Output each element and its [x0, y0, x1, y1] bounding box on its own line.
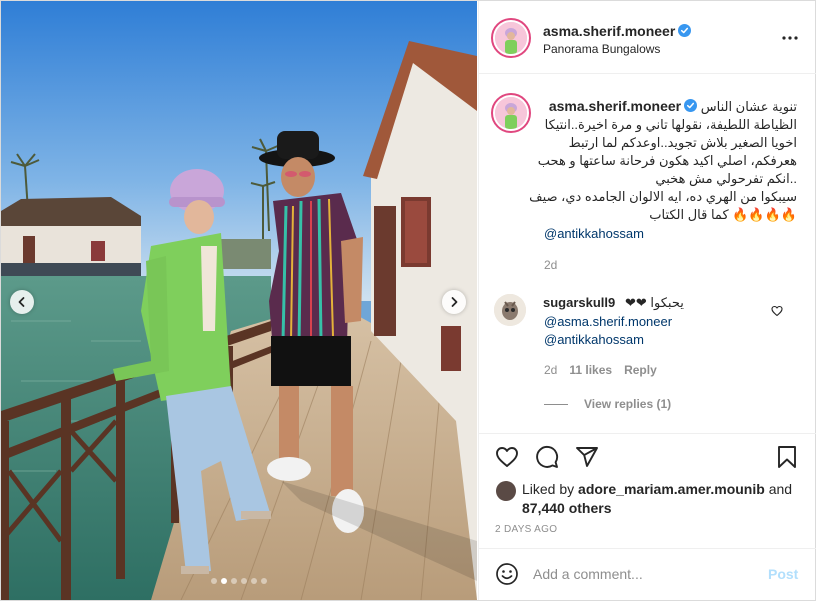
commenter-username[interactable]: sugarskull9: [543, 295, 615, 310]
carousel-dot: [221, 578, 227, 584]
comment-reply-button[interactable]: Reply: [624, 363, 657, 377]
chevron-right-icon: [451, 297, 458, 307]
comment-text: يحبكوا ❤❤: [625, 295, 684, 310]
liked-by-text: Liked by adore_mariam.amer.mounib and 87…: [496, 480, 796, 518]
replies-divider-line: [544, 403, 568, 405]
caption-author-avatar[interactable]: [491, 93, 531, 133]
caption-line: 🔥🔥🔥🔥 كما قال الكتاب: [649, 207, 797, 222]
instagram-post: asma.sherif.moneer Panorama Bungalows تن…: [0, 0, 816, 601]
like-button[interactable]: [495, 445, 519, 474]
caption-line: الظياطة اللطيفة، نقولها تاني و مرة اخيرة…: [544, 117, 797, 132]
liked-by-joiner: and: [768, 481, 793, 497]
caption-line: هعرفكم، اصلي اكيد هكون فرحانة ساعتها و ه…: [537, 153, 797, 168]
emoji-button[interactable]: [495, 562, 519, 591]
caption-timestamp[interactable]: 2d: [544, 258, 557, 272]
liked-by-prefix: Liked by: [522, 481, 575, 497]
carousel-dot: [251, 578, 257, 584]
caption-line: تنوية عشان الناس asma.sherif.moneer: [543, 97, 797, 116]
comment-mention-link[interactable]: @antikkahossam: [544, 332, 644, 347]
share-icon: [576, 447, 598, 467]
caption-text: تنوية عشان الناس: [700, 99, 797, 114]
emoji-icon: [496, 563, 518, 585]
carousel-prev-button[interactable]: [10, 290, 34, 314]
caption-line: اخويا الصغير بلاش تجويد..اوعدكم لما ارتب…: [568, 135, 797, 150]
comment-input[interactable]: [533, 563, 753, 585]
comment-timestamp[interactable]: 2d: [544, 363, 557, 377]
caption-line: ..انكم تفرحولي مش هخبي: [655, 171, 797, 186]
comment-icon: [536, 446, 559, 468]
liker-avatar[interactable]: [496, 481, 516, 501]
post-age[interactable]: 2 DAYS AGO: [495, 524, 557, 535]
author-username[interactable]: asma.sherif.moneer: [543, 23, 692, 39]
comment-meta: 2d 11 likes Reply: [544, 363, 657, 377]
post-comment-button[interactable]: Post: [768, 566, 798, 582]
post-photo[interactable]: [1, 1, 477, 600]
caption-author-avatar-image: [495, 97, 527, 129]
likes-others-count[interactable]: 87,440 others: [522, 500, 612, 516]
comments-section: تنوية عشان الناس asma.sherif.moneer الظي…: [479, 75, 816, 433]
post-header: asma.sherif.moneer Panorama Bungalows: [479, 1, 816, 74]
view-replies-label[interactable]: View replies (1): [584, 397, 671, 411]
verified-badge-icon: [678, 24, 692, 37]
author-username-text[interactable]: asma.sherif.moneer: [543, 23, 675, 39]
author-avatar-image: [495, 22, 527, 54]
comment-button[interactable]: [535, 445, 559, 474]
carousel-indicator: [1, 578, 477, 584]
carousel-dot: [231, 578, 237, 584]
photo-illustration: [1, 1, 477, 600]
carousel-dot: [211, 578, 217, 584]
post-side-panel: asma.sherif.moneer Panorama Bungalows تن…: [478, 1, 816, 600]
caption-line: سيبكوا من الهري ده، ايه الالوان الجامده …: [529, 189, 797, 204]
heart-icon: [771, 305, 783, 317]
caption-mention-link[interactable]: @antikkahossam: [544, 226, 644, 241]
commenter-avatar-image: [494, 294, 526, 326]
carousel-next-button[interactable]: [442, 290, 466, 314]
carousel-dot: [241, 578, 247, 584]
more-options-icon: [782, 36, 798, 40]
chevron-left-icon: [18, 297, 25, 307]
post-actions: Liked by adore_mariam.amer.mounib and 87…: [479, 433, 816, 549]
liker-username[interactable]: adore_mariam.amer.mounib: [578, 481, 765, 497]
add-comment-bar: Post: [479, 548, 816, 600]
verified-badge-icon: [684, 99, 698, 112]
carousel-dot: [261, 578, 267, 584]
commenter-avatar[interactable]: [494, 294, 526, 326]
bookmark-icon: [778, 446, 796, 468]
author-avatar[interactable]: [491, 18, 531, 58]
view-replies-button[interactable]: View replies (1): [544, 397, 671, 411]
share-button[interactable]: [575, 445, 599, 474]
comment-likes-count[interactable]: 11 likes: [569, 363, 612, 377]
liked-by-summary: Liked by adore_mariam.amer.mounib and 87…: [496, 480, 796, 518]
comment-like-button[interactable]: [771, 304, 783, 322]
more-options-button[interactable]: [780, 28, 800, 48]
save-button[interactable]: [775, 445, 799, 474]
comment-mention-link[interactable]: @asma.sherif.moneer: [544, 314, 672, 329]
post-caption: تنوية عشان الناس asma.sherif.moneer الظي…: [529, 97, 797, 224]
post-location[interactable]: Panorama Bungalows: [543, 42, 660, 56]
caption-username[interactable]: asma.sherif.moneer: [549, 98, 698, 114]
heart-icon: [496, 447, 518, 467]
caption-username-text[interactable]: asma.sherif.moneer: [549, 98, 681, 114]
